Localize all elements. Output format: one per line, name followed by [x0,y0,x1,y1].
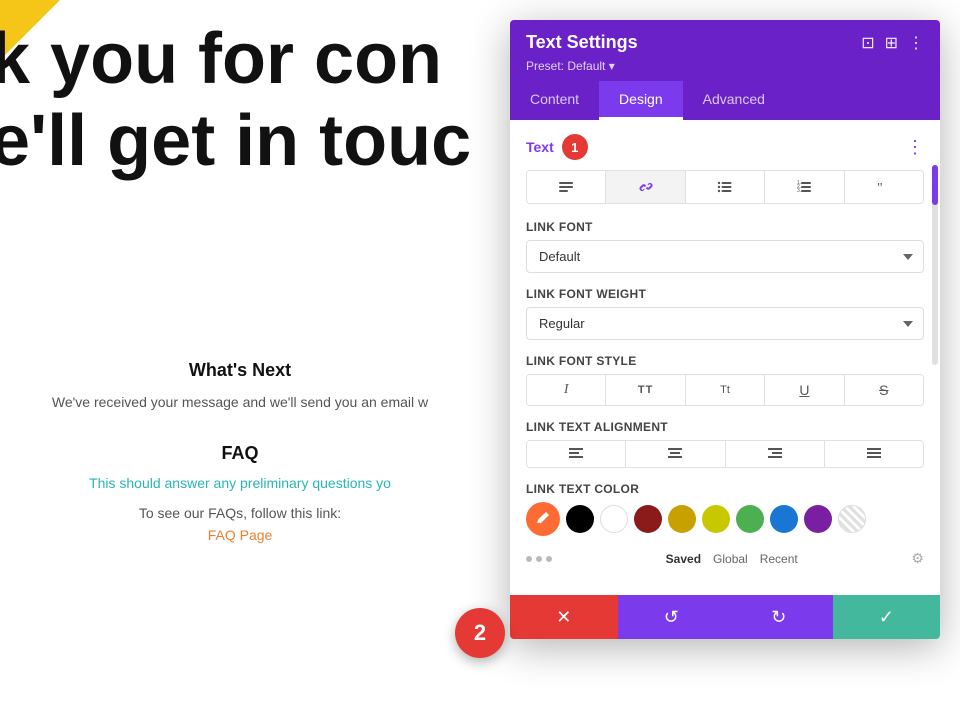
color-tab-saved[interactable]: Saved [666,552,701,566]
link-font-weight-select[interactable]: Regular Thin Light Medium Bold [526,307,924,340]
panel-header: Text Settings ⊡ ⊞ ⋮ Preset: Default ▾ [510,20,940,81]
link-font-select[interactable]: Default Georgia Arial Verdana [526,240,924,273]
section-title: Text [526,139,554,155]
style-btn-capitalize[interactable]: Tt [686,375,765,405]
panel-footer: ✕ ↺ ↻ ✓ [510,595,940,639]
format-btn-paragraph[interactable] [527,171,606,203]
format-btn-ordered-list[interactable]: 1.2.3. [765,171,844,203]
link-font-weight-group: Link Font Weight Regular Thin Light Medi… [526,287,924,340]
link-text-alignment-group: Link Text Alignment [526,420,924,468]
color-dots [526,556,552,562]
align-btn-left[interactable] [527,441,626,467]
tab-content[interactable]: Content [510,81,599,120]
hero-text-2: e'll get in touc [0,100,471,182]
link-text-color-label: Link Text Color [526,482,924,496]
panel-body: Text 1 ⋮ 1.2.3. " Link Font [510,120,940,595]
floating-badge-2[interactable]: 2 [455,608,505,658]
link-text-alignment-label: Link Text Alignment [526,420,924,434]
color-swatch-purple[interactable] [804,505,832,533]
section-header: Text 1 ⋮ [526,134,924,160]
color-swatch-row [526,502,924,536]
panel-scrollbar-thumb [932,165,938,205]
align-btn-right[interactable] [726,441,825,467]
color-swatch-dark-red[interactable] [634,505,662,533]
color-swatch-white[interactable] [600,505,628,533]
faq-link-line: To see our FAQs, follow this link: [20,505,460,521]
color-dot-1 [526,556,532,562]
panel-tabs: Content Design Advanced [510,81,940,120]
tab-design[interactable]: Design [599,81,683,120]
color-picker-button[interactable] [526,502,560,536]
panel-preset[interactable]: Preset: Default ▾ [526,59,924,73]
format-btn-blockquote[interactable]: " [845,171,923,203]
link-text-color-group: Link Text Color [526,482,924,567]
redo-button[interactable]: ↻ [725,595,833,639]
color-swatch-black[interactable] [566,505,594,533]
color-tabs: Saved Global Recent [666,552,798,566]
faq-page-link[interactable]: FAQ Page [20,527,460,543]
color-swatch-gold[interactable] [668,505,696,533]
link-font-weight-label: Link Font Weight [526,287,924,301]
style-btn-uppercase[interactable]: TT [606,375,685,405]
color-swatch-yellow[interactable] [702,505,730,533]
align-btn-justify[interactable] [825,441,923,467]
color-swatch-striped[interactable] [838,505,866,533]
style-btn-strikethrough[interactable]: S [845,375,923,405]
style-btn-italic[interactable]: I [527,375,606,405]
panel-header-icons: ⊡ ⊞ ⋮ [861,33,924,53]
panel-icon-expand[interactable]: ⊡ [861,33,874,53]
undo-button[interactable]: ↺ [618,595,726,639]
color-swatch-blue[interactable] [770,505,798,533]
color-dot-2 [536,556,542,562]
link-font-style-group: Link Font Style I TT Tt U S [526,354,924,406]
page-center-section: What's Next We've received your message … [0,360,480,543]
svg-text:": " [877,181,883,195]
panel-title: Text Settings [526,32,638,53]
save-button[interactable]: ✓ [833,595,941,639]
link-font-group: Link Font Default Georgia Arial Verdana [526,220,924,273]
panel-icon-split[interactable]: ⊞ [885,33,898,53]
align-btn-center[interactable] [626,441,725,467]
link-font-label: Link Font [526,220,924,234]
link-font-style-label: Link Font Style [526,354,924,368]
format-btn-unordered-list[interactable] [686,171,765,203]
color-swatch-green[interactable] [736,505,764,533]
color-tab-recent[interactable]: Recent [760,552,798,566]
style-toolbar: I TT Tt U S [526,374,924,406]
format-btn-link[interactable] [606,171,685,203]
section-menu-icon[interactable]: ⋮ [906,137,924,158]
hero-text-1: k you for con [0,18,442,100]
color-footer: Saved Global Recent ⚙ [526,544,924,567]
faq-heading: FAQ [20,443,460,464]
svg-text:3.: 3. [797,188,801,194]
cancel-button[interactable]: ✕ [510,595,618,639]
faq-description: This should answer any preliminary quest… [20,472,460,494]
style-btn-underline[interactable]: U [765,375,844,405]
color-settings-icon[interactable]: ⚙ [911,550,924,567]
tab-advanced[interactable]: Advanced [683,81,785,120]
format-toolbar: 1.2.3. " [526,170,924,204]
panel-header-top: Text Settings ⊡ ⊞ ⋮ [526,32,924,53]
subtitle-text: We've received your message and we'll se… [20,391,460,413]
align-toolbar [526,440,924,468]
text-settings-panel: Text Settings ⊡ ⊞ ⋮ Preset: Default ▾ Co… [510,20,940,639]
section-header-left: Text 1 [526,134,588,160]
whats-next-heading: What's Next [20,360,460,381]
panel-scrollbar[interactable] [932,165,938,365]
color-dot-3 [546,556,552,562]
color-tab-global[interactable]: Global [713,552,748,566]
section-badge: 1 [562,134,588,160]
panel-icon-menu[interactable]: ⋮ [908,33,924,53]
